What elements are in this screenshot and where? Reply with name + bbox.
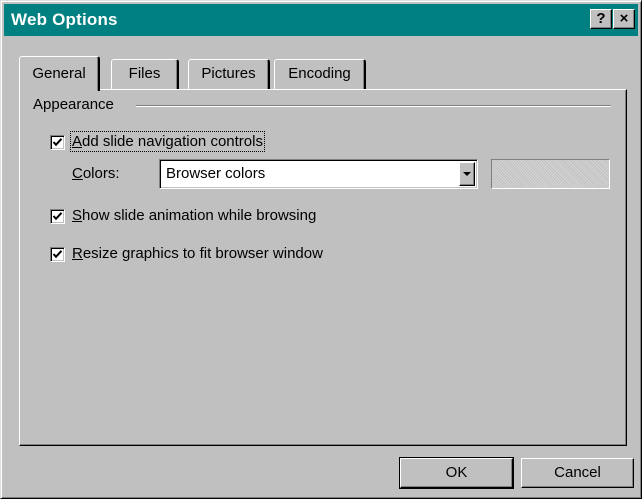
appearance-divider xyxy=(136,105,611,107)
colors-label: Colors: xyxy=(72,165,120,182)
resize-graphics-label[interactable]: Resize graphics to fit browser window xyxy=(72,245,323,262)
nav-controls-checkbox[interactable] xyxy=(50,135,65,150)
tab-files[interactable]: Files xyxy=(111,59,179,89)
close-button[interactable]: × xyxy=(613,9,635,29)
chevron-down-icon xyxy=(463,172,471,176)
resize-graphics-checkbox[interactable] xyxy=(50,247,65,262)
show-animation-label[interactable]: Show slide animation while browsing xyxy=(72,207,316,224)
tab-general[interactable]: General xyxy=(19,56,100,91)
cancel-button[interactable]: Cancel xyxy=(521,458,634,488)
help-button[interactable]: ? xyxy=(590,9,612,29)
nav-controls-label[interactable]: Add slide navigation controls xyxy=(70,131,265,152)
web-options-dialog: Web Options ? × General Files Pictures E… xyxy=(0,0,642,499)
color-preview-swatch xyxy=(491,159,610,189)
checkmark-icon xyxy=(52,250,63,259)
tab-encoding[interactable]: Encoding xyxy=(274,59,366,89)
colors-selected-value: Browser colors xyxy=(166,165,266,182)
dialog-title: Web Options xyxy=(11,10,118,29)
general-tab-panel: Appearance Add slide navigation controls… xyxy=(19,89,627,446)
checkmark-icon xyxy=(52,212,63,221)
ok-button[interactable]: OK xyxy=(399,457,514,489)
colors-dropdown[interactable]: Browser colors xyxy=(159,159,478,189)
checkmark-icon xyxy=(52,138,63,147)
colors-dropdown-button[interactable] xyxy=(459,162,475,186)
title-bar[interactable]: Web Options ? × xyxy=(4,4,638,36)
appearance-group-label: Appearance xyxy=(33,96,114,113)
tab-pictures[interactable]: Pictures xyxy=(188,59,270,89)
show-animation-checkbox[interactable] xyxy=(50,209,65,224)
